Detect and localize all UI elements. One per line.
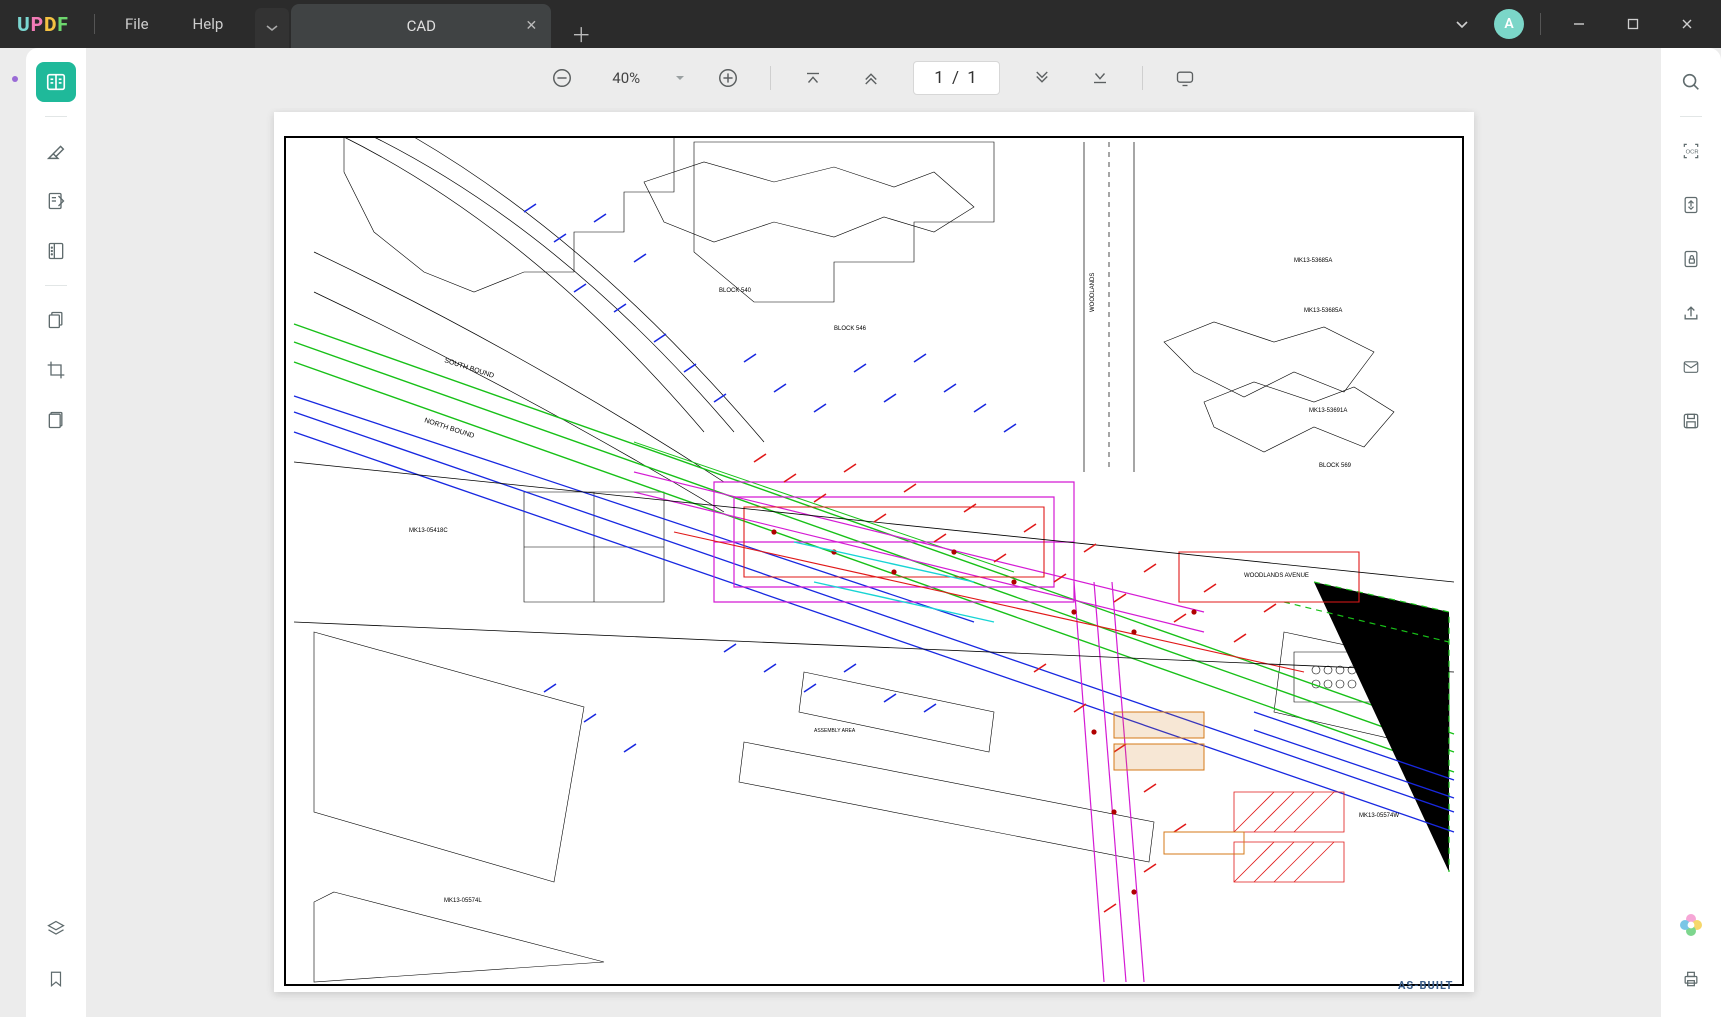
app-logo: UPDF — [0, 13, 86, 36]
share-button[interactable] — [1671, 293, 1711, 333]
cad-drawing: SOUTH BOUND NORTH BOUND MK13-05418C BLOC… — [274, 112, 1474, 992]
svg-text:MK13-05574W: MK13-05574W — [1359, 813, 1399, 819]
left-toolbar — [26, 48, 86, 1017]
separator — [1142, 66, 1143, 90]
separator — [770, 66, 771, 90]
highlight-tool-button[interactable] — [36, 131, 76, 171]
crop-tool-button[interactable] — [36, 350, 76, 390]
last-page-button[interactable] — [1084, 62, 1116, 94]
svg-text:MK13-05418C: MK13-05418C — [409, 528, 448, 534]
new-tab-button[interactable]: ＋ — [561, 19, 601, 48]
dropdown-button[interactable] — [1440, 0, 1484, 48]
presentation-button[interactable] — [1169, 62, 1201, 94]
svg-text:NORTH BOUND: NORTH BOUND — [423, 417, 475, 440]
reader-mode-button[interactable] — [36, 62, 76, 102]
canvas-area[interactable]: SOUTH BOUND NORTH BOUND MK13-05418C BLOC… — [86, 108, 1661, 1017]
window-minimize-button[interactable] — [1557, 0, 1601, 48]
layers-button[interactable] — [36, 909, 76, 949]
left-gutter — [0, 48, 26, 1017]
svg-text:MK13-53685A: MK13-53685A — [1304, 308, 1342, 314]
search-button[interactable] — [1671, 62, 1711, 102]
next-page-button[interactable] — [1026, 62, 1058, 94]
zoom-out-button[interactable] — [546, 62, 578, 94]
pages-panel-button[interactable] — [36, 231, 76, 271]
center-panel: 40% 1 / 1 — [86, 48, 1661, 1017]
tab-home[interactable] — [255, 8, 289, 48]
tab-close-button[interactable]: ✕ — [526, 18, 538, 34]
zoom-in-button[interactable] — [712, 62, 744, 94]
svg-text:SOUTH BOUND: SOUTH BOUND — [443, 357, 494, 380]
svg-text:MK13-53685A: MK13-53685A — [1294, 258, 1332, 264]
tab-active[interactable]: CAD ✕ — [291, 4, 551, 48]
avatar[interactable]: A — [1494, 9, 1524, 39]
svg-text:BLOCK 569: BLOCK 569 — [1319, 463, 1352, 469]
svg-text:MK13-53691A: MK13-53691A — [1309, 408, 1347, 414]
edit-text-button[interactable] — [36, 181, 76, 221]
prev-page-button[interactable] — [855, 62, 887, 94]
svg-text:WOODLANDS: WOODLANDS — [1090, 273, 1096, 312]
separator — [45, 285, 67, 286]
bookmark-button[interactable] — [36, 959, 76, 999]
zoom-dropdown[interactable] — [674, 72, 686, 84]
ocr-button[interactable]: OCR — [1671, 131, 1711, 171]
svg-text:BLOCK 540: BLOCK 540 — [719, 288, 752, 294]
organize-pages-button[interactable] — [36, 300, 76, 340]
top-toolbar: 40% 1 / 1 — [86, 48, 1661, 108]
pdf-page: SOUTH BOUND NORTH BOUND MK13-05418C BLOC… — [274, 112, 1474, 992]
titlebar: UPDF File Help CAD ✕ ＋ A — [0, 0, 1721, 48]
separator — [1680, 116, 1702, 117]
title-right: A — [1440, 0, 1721, 48]
tab-label: CAD — [407, 17, 436, 35]
save-button[interactable] — [1671, 401, 1711, 441]
ai-assistant-button[interactable] — [1671, 905, 1711, 945]
separator — [1540, 13, 1541, 35]
compress-button[interactable] — [36, 400, 76, 440]
first-page-button[interactable] — [797, 62, 829, 94]
svg-text:MK13-05574L: MK13-05574L — [444, 898, 482, 904]
window-close-button[interactable] — [1665, 0, 1709, 48]
indicator-dot — [12, 76, 18, 82]
svg-text:BLOCK 546: BLOCK 546 — [834, 326, 867, 332]
menu-help[interactable]: Help — [171, 0, 246, 48]
protect-button[interactable] — [1671, 239, 1711, 279]
menu-file[interactable]: File — [103, 0, 171, 48]
separator — [45, 116, 67, 117]
tab-bar: CAD ✕ ＋ — [255, 0, 601, 48]
convert-button[interactable] — [1671, 185, 1711, 225]
svg-text:WOODLANDS AVENUE: WOODLANDS AVENUE — [1244, 573, 1309, 579]
svg-text:ASSEMBLY AREA: ASSEMBLY AREA — [814, 728, 856, 734]
zoom-level: 40% — [604, 69, 648, 87]
page-indicator[interactable]: 1 / 1 — [913, 61, 1000, 95]
email-button[interactable] — [1671, 347, 1711, 387]
separator — [94, 14, 95, 34]
ai-flower-icon — [1677, 911, 1705, 939]
window-maximize-button[interactable] — [1611, 0, 1655, 48]
drawing-status-label: AS-BUILT — [1398, 979, 1454, 992]
right-toolbar: OCR — [1661, 48, 1721, 1017]
svg-text:OCR: OCR — [1686, 150, 1699, 156]
print-button[interactable] — [1671, 959, 1711, 999]
